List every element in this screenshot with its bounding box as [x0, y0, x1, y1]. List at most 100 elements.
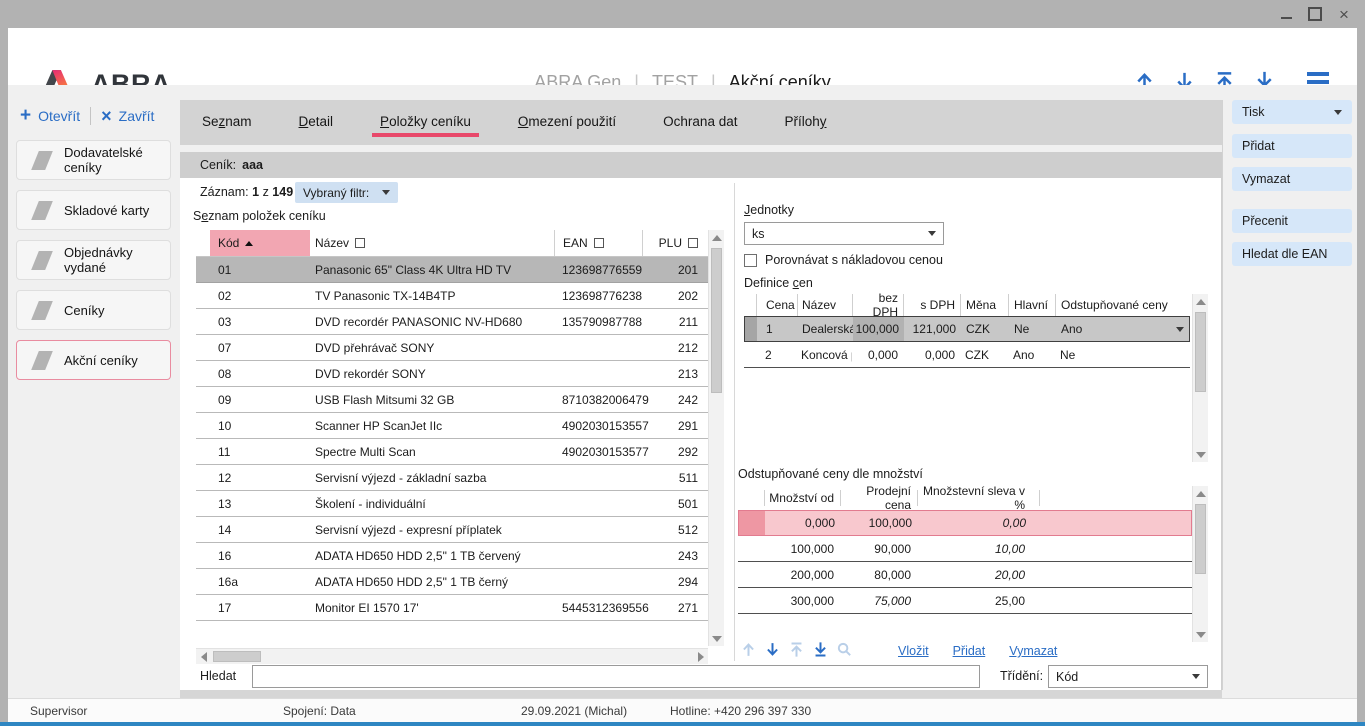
cenik-info-bar: Ceník:aaa — [180, 152, 1222, 178]
scrollbar-thumb[interactable] — [1195, 312, 1206, 392]
item-row[interactable]: 07DVD přehrávač SONY212 — [196, 335, 708, 361]
column-header-mnozstvi-od[interactable]: Množství od — [764, 490, 840, 507]
sidebar-item-dodavatelske-ceniky[interactable]: Dodavatelské ceníky — [16, 140, 171, 180]
sort-dropdown[interactable]: Kód — [1048, 665, 1208, 688]
tab-polozky-ceniku[interactable]: Položky ceníku — [380, 100, 471, 145]
tab-omezeni-pouziti[interactable]: Omezení použití — [518, 100, 616, 145]
print-button[interactable]: Tisk — [1232, 100, 1352, 124]
column-header-hlavni[interactable]: Hlavní — [1008, 294, 1055, 316]
delete-button[interactable]: Vymazat — [1232, 167, 1352, 191]
maximize-icon — [1308, 7, 1322, 21]
tab-detail[interactable]: Detail — [299, 100, 334, 145]
scroll-right-icon[interactable] — [693, 649, 708, 664]
column-header-nazev[interactable]: Název — [797, 294, 852, 316]
item-row[interactable]: 17Monitor EI 1570 17'5445312369556271 — [196, 595, 708, 621]
find-by-ean-button[interactable]: Hledat dle EAN — [1232, 242, 1352, 266]
column-header-bez-dph[interactable]: bez DPH — [852, 294, 903, 316]
close-button[interactable]: × — [1333, 5, 1355, 23]
quantity-price-row[interactable]: 300,000 75,000 25,00 — [738, 588, 1192, 614]
item-row[interactable]: 16ADATA HD650 HDD 2,5" 1 TB červený243 — [196, 543, 708, 569]
column-header-ean[interactable]: EAN — [554, 230, 642, 256]
column-header-prodejni-cena[interactable]: Prodejní cena — [840, 490, 917, 507]
graded-prices-dropdown[interactable]: Ano — [1056, 322, 1191, 336]
compare-cost-checkbox[interactable] — [744, 254, 757, 267]
scroll-down-icon[interactable] — [1193, 627, 1208, 642]
quantity-price-row[interactable]: 200,000 80,000 20,00 — [738, 562, 1192, 588]
search-input[interactable] — [252, 665, 980, 688]
scroll-down-icon[interactable] — [709, 631, 724, 646]
item-row[interactable]: 09USB Flash Mitsumi 32 GB871038200647924… — [196, 387, 708, 413]
panel-divider — [1222, 100, 1223, 690]
tab-ochrana-dat[interactable]: Ochrana dat — [663, 100, 737, 145]
units-dropdown[interactable]: ks — [744, 222, 944, 245]
add-link[interactable]: Přidat — [953, 644, 986, 658]
scroll-down-icon[interactable] — [1193, 447, 1208, 462]
delete-link[interactable]: Vymazat — [1009, 644, 1057, 658]
scroll-up-icon[interactable] — [1193, 486, 1208, 501]
scrollbar-thumb[interactable] — [213, 651, 261, 662]
tab-prilohy[interactable]: Přílohy — [784, 100, 826, 145]
insert-link[interactable]: Vložit — [898, 644, 929, 658]
column-header-mnozstevni-sleva[interactable]: Množstevní sleva v % — [917, 490, 1039, 507]
item-row[interactable]: 08DVD rekordér SONY213 — [196, 361, 708, 387]
column-header-nazev[interactable]: Název — [310, 230, 554, 256]
reprice-button[interactable]: Přecenit — [1232, 209, 1352, 233]
open-button[interactable]: +Otevřít — [20, 108, 80, 124]
item-row[interactable]: 03DVD recordér PANASONIC NV-HD6801357909… — [196, 309, 708, 335]
close-agenda-button[interactable]: ×Zavřít — [101, 108, 154, 124]
items-table-header: Kód Název EAN PLU — [196, 230, 708, 257]
minimize-button[interactable] — [1275, 5, 1297, 23]
item-row[interactable]: 11Spectre Multi Scan4902030153577292 — [196, 439, 708, 465]
scroll-left-icon[interactable] — [196, 649, 211, 664]
scrollbar-thumb[interactable] — [1195, 504, 1206, 574]
column-header-odstupnovane[interactable]: Odstupňované ceny — [1055, 294, 1190, 316]
sidebar-item-objednavky-vydane[interactable]: Objednávky vydané — [16, 240, 171, 280]
item-row[interactable]: 10Scanner HP ScanJet IIc4902030153557291 — [196, 413, 708, 439]
scroll-up-icon[interactable] — [709, 230, 724, 245]
sidebar-item-ceniky[interactable]: Ceníky — [16, 290, 171, 330]
scrollbar-thumb[interactable] — [711, 248, 722, 393]
chevron-down-icon — [1176, 327, 1184, 332]
column-header-cena[interactable]: Cena — [756, 294, 797, 316]
selected-filter-dropdown[interactable]: Vybraný filtr: — [295, 182, 398, 203]
search-label: Hledat — [200, 669, 236, 683]
quantity-toolbar — [740, 641, 853, 658]
x-icon: × — [101, 109, 112, 123]
status-date: 29.09.2021 (Michal) — [521, 704, 627, 718]
item-row[interactable]: 16aADATA HD650 HDD 2,5" 1 TB černý294 — [196, 569, 708, 595]
scroll-up-icon[interactable] — [1193, 294, 1208, 309]
item-row[interactable]: 13Školení - individuální501 — [196, 491, 708, 517]
price-definition-row[interactable]: 2 Koncová p 0,000 0,000 CZK Ano Ne — [744, 342, 1190, 368]
column-header-s-dph[interactable]: s DPH — [903, 294, 960, 316]
items-vertical-scrollbar[interactable] — [708, 230, 724, 646]
move-last-icon[interactable] — [812, 641, 829, 658]
column-header-mena[interactable]: Měna — [960, 294, 1008, 316]
move-down-icon[interactable] — [764, 641, 781, 658]
column-header-plu[interactable]: PLU — [642, 230, 708, 256]
definitions-vertical-scrollbar[interactable] — [1192, 294, 1208, 462]
panel-splitter[interactable] — [734, 183, 735, 661]
quantity-price-row[interactable]: 0,000 100,000 0,00 — [738, 510, 1192, 536]
agenda-icon — [31, 351, 53, 370]
maximize-button[interactable] — [1304, 5, 1326, 23]
sidebar-item-akcni-ceniky[interactable]: Akční ceníky — [16, 340, 171, 380]
sidebar-item-skladove-karty[interactable]: Skladové karty — [16, 190, 171, 230]
items-horizontal-scrollbar[interactable] — [196, 648, 708, 664]
add-button[interactable]: Přidat — [1232, 134, 1352, 158]
item-row[interactable]: 12Servisní výjezd - základní sazba511 — [196, 465, 708, 491]
item-row[interactable]: 14Servisní výjezd - expresní příplatek51… — [196, 517, 708, 543]
move-up-icon-disabled — [740, 641, 757, 658]
column-header-kod[interactable]: Kód — [210, 230, 310, 256]
status-connection: Spojení: Data — [283, 704, 356, 718]
plus-icon: + — [20, 109, 31, 123]
quantity-vertical-scrollbar[interactable] — [1192, 486, 1208, 642]
item-row[interactable]: 02TV Panasonic TX-14B4TP123698776238202 — [196, 283, 708, 309]
quantity-links: Vložit Přidat Vymazat — [898, 644, 1057, 658]
item-row[interactable]: 01Panasonic 65" Class 4K Ultra HD TV1236… — [196, 257, 708, 283]
quantity-price-row[interactable]: 100,000 90,000 10,00 — [738, 536, 1192, 562]
price-definition-row[interactable]: 1 Dealerská 100,000 121,000 CZK Ne Ano — [744, 316, 1190, 342]
column-filter-icon — [355, 238, 365, 248]
tab-seznam[interactable]: Seznam — [202, 100, 252, 145]
compare-cost-label: Porovnávat s nákladovou cenou — [765, 253, 943, 267]
chevron-down-icon — [382, 190, 390, 195]
